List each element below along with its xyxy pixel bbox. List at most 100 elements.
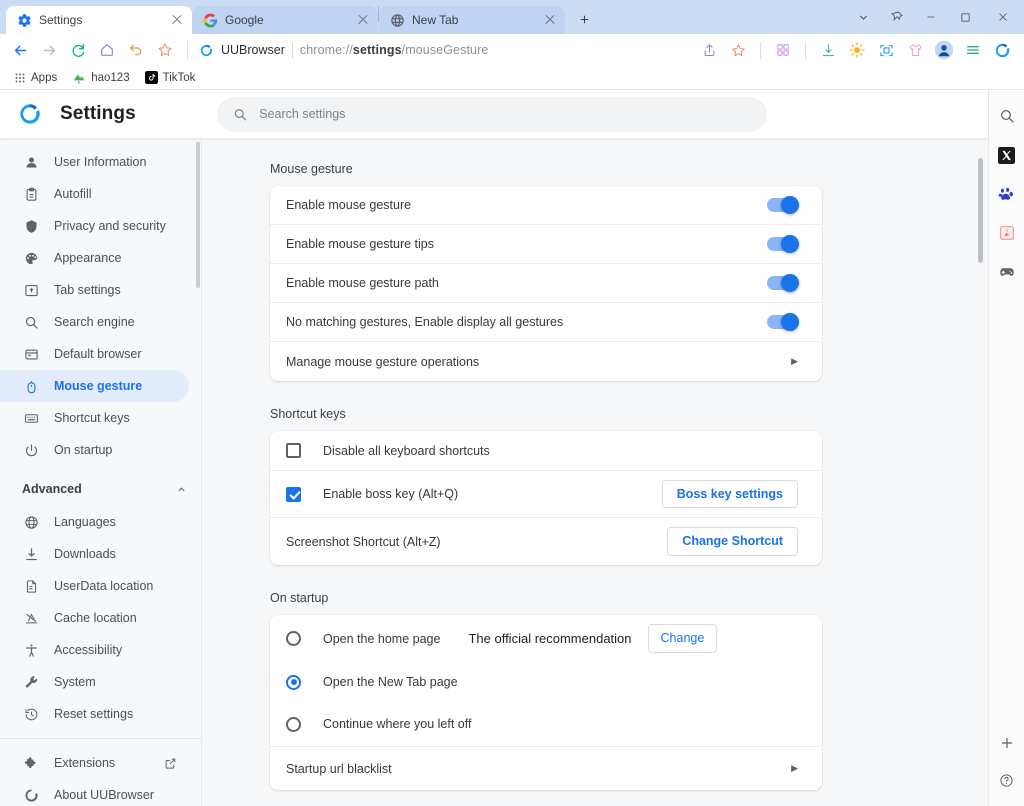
sidebar-section-advanced[interactable]: Advanced: [0, 472, 201, 506]
rail-x-button[interactable]: [995, 143, 1019, 167]
checkbox-disable-all-keyboard-shortcuts[interactable]: [286, 443, 301, 458]
sidebar-item-downloads[interactable]: Downloads: [0, 538, 189, 570]
bookmark-tiktok[interactable]: TikTok: [139, 69, 202, 86]
downloads-button[interactable]: [814, 37, 842, 63]
sidebar-item-about-uubrowser[interactable]: About UUBrowser: [0, 779, 189, 806]
toggle-enable-mouse-gesture-path[interactable]: [767, 274, 799, 292]
screenshot-button[interactable]: [872, 37, 900, 63]
chevron-down-icon[interactable]: [846, 0, 880, 34]
maximize-icon[interactable]: [948, 0, 982, 34]
sidebar-item-on-startup[interactable]: On startup: [0, 434, 189, 466]
boss-key-settings-button[interactable]: Boss key settings: [661, 479, 798, 509]
sidebar-item-appearance[interactable]: Appearance: [0, 242, 189, 274]
cache-icon: [22, 611, 40, 626]
sidebar-item-user-information[interactable]: User Information: [0, 146, 189, 178]
apps-button[interactable]: [769, 37, 797, 63]
content-scrollbar[interactable]: [978, 158, 983, 263]
rail-help-button[interactable]: [995, 768, 1019, 792]
profile-button[interactable]: [930, 37, 958, 63]
rail-baidu-button[interactable]: [995, 182, 1019, 206]
row-label: Enable mouse gesture tips: [286, 237, 435, 251]
rail-pdf-button[interactable]: [995, 221, 1019, 245]
close-icon[interactable]: [170, 13, 184, 27]
row-enable-mouse-gesture-tips[interactable]: Enable mouse gesture tips: [270, 225, 822, 264]
new-tab-button[interactable]: [571, 6, 597, 32]
change-shortcut-button[interactable]: Change Shortcut: [667, 527, 798, 556]
row-startup-url-blacklist[interactable]: Startup url blacklist ▶: [270, 747, 822, 790]
menu-icon: [967, 46, 979, 54]
plus-icon: [580, 15, 588, 23]
sidebar-item-label: UserData location: [54, 579, 154, 593]
row-manage-mouse-gesture-operations[interactable]: Manage mouse gesture operations ▶: [270, 342, 822, 381]
toolbar-divider: [187, 41, 188, 59]
sidebar-item-privacy-and-security[interactable]: Privacy and security: [0, 210, 189, 242]
row-disable-all-keyboard-shortcuts[interactable]: Disable all keyboard shortcuts: [270, 431, 822, 471]
reload-button[interactable]: [64, 37, 92, 63]
sidebar-item-autofill[interactable]: Autofill: [0, 178, 189, 210]
sidebar-item-languages[interactable]: Languages: [0, 506, 189, 538]
sidebar-item-extensions[interactable]: Extensions: [0, 747, 189, 779]
sidebar-item-tab-settings[interactable]: Tab settings: [0, 274, 189, 306]
sidebar-item-reset-settings[interactable]: Reset settings: [0, 698, 189, 730]
sidebar-item-shortcut-keys[interactable]: Shortcut keys: [0, 402, 189, 434]
row-continue-where-you-left-off[interactable]: Continue where you left off: [270, 702, 822, 747]
radio-open-the-new-tab-page[interactable]: [286, 674, 301, 690]
back-button[interactable]: [6, 37, 34, 63]
close-icon[interactable]: [543, 13, 557, 27]
gear-icon: [18, 13, 31, 27]
row-enable-mouse-gesture[interactable]: Enable mouse gesture: [270, 186, 822, 225]
bookmark-hao123[interactable]: h hao123: [66, 69, 135, 87]
sidebar-item-accessibility[interactable]: Accessibility: [0, 634, 189, 666]
tab-title: New Tab: [412, 13, 459, 27]
skin-button[interactable]: [901, 37, 929, 63]
row-open-the-home-page[interactable]: Open the home page The official recommen…: [270, 615, 822, 662]
search-settings-box[interactable]: [217, 96, 767, 132]
sidebar-item-label: Autofill: [54, 187, 92, 201]
forward-button[interactable]: [35, 37, 63, 63]
minimize-icon[interactable]: [914, 0, 948, 34]
radio-continue-where-you-left-off[interactable]: [286, 716, 301, 732]
help-icon: [1000, 773, 1013, 787]
sidebar-item-default-browser[interactable]: Default browser: [0, 338, 189, 370]
sidebar-item-mouse-gesture[interactable]: Mouse gesture: [0, 370, 189, 402]
toggle-display-all-gestures[interactable]: [767, 313, 799, 331]
row-enable-mouse-gesture-path[interactable]: Enable mouse gesture path: [270, 264, 822, 303]
tab-settings[interactable]: Settings: [6, 6, 192, 34]
tab-new-tab[interactable]: New Tab: [379, 6, 565, 34]
bookmark-apps[interactable]: Apps: [8, 70, 63, 86]
brightness-button[interactable]: [843, 37, 871, 63]
history-button[interactable]: [122, 37, 150, 63]
sidebar-rail: [988, 90, 1024, 806]
address-bar[interactable]: UUBrowser chrome://settings/mouseGesture: [196, 37, 694, 63]
sidebar-scrollbar[interactable]: [196, 142, 200, 288]
radio-open-the-home-page[interactable]: [286, 631, 301, 646]
bookmark-button[interactable]: [151, 37, 179, 63]
search-input[interactable]: [259, 107, 751, 121]
menu-button[interactable]: [959, 37, 987, 63]
row-display-all-gestures[interactable]: No matching gestures, Enable display all…: [270, 303, 822, 342]
sidebar-item-system[interactable]: System: [0, 666, 189, 698]
sidebar-item-cache-location[interactable]: Cache location: [0, 602, 189, 634]
favorite-button[interactable]: [724, 37, 752, 63]
rail-search-button[interactable]: [995, 104, 1019, 128]
pin-icon[interactable]: [880, 0, 914, 34]
tab-google[interactable]: Google: [192, 6, 378, 34]
rail-add-button[interactable]: [995, 731, 1019, 755]
toggle-enable-mouse-gesture-tips[interactable]: [767, 235, 799, 253]
sidebar-item-userdata-location[interactable]: UserData location: [0, 570, 189, 602]
sidebar-item-search-engine[interactable]: Search engine: [0, 306, 189, 338]
close-icon[interactable]: [356, 13, 370, 27]
card-on-startup: Open the home page The official recommen…: [270, 615, 822, 790]
row-open-the-new-tab-page[interactable]: Open the New Tab page: [270, 662, 822, 702]
checkbox-enable-boss-key[interactable]: [286, 486, 301, 502]
home-button[interactable]: [93, 37, 121, 63]
close-icon[interactable]: [982, 0, 1024, 34]
share-button[interactable]: [695, 37, 723, 63]
share-icon: [704, 43, 714, 56]
toggle-enable-mouse-gesture[interactable]: [767, 196, 799, 214]
rail-games-button[interactable]: [995, 260, 1019, 284]
row-screenshot-shortcut[interactable]: Screenshot Shortcut (Alt+Z) Change Short…: [270, 518, 822, 565]
change-home-page-button[interactable]: Change: [647, 624, 718, 653]
uubrowser-button[interactable]: [988, 37, 1016, 63]
row-enable-boss-key[interactable]: Enable boss key (Alt+Q) Boss key setting…: [270, 471, 822, 518]
